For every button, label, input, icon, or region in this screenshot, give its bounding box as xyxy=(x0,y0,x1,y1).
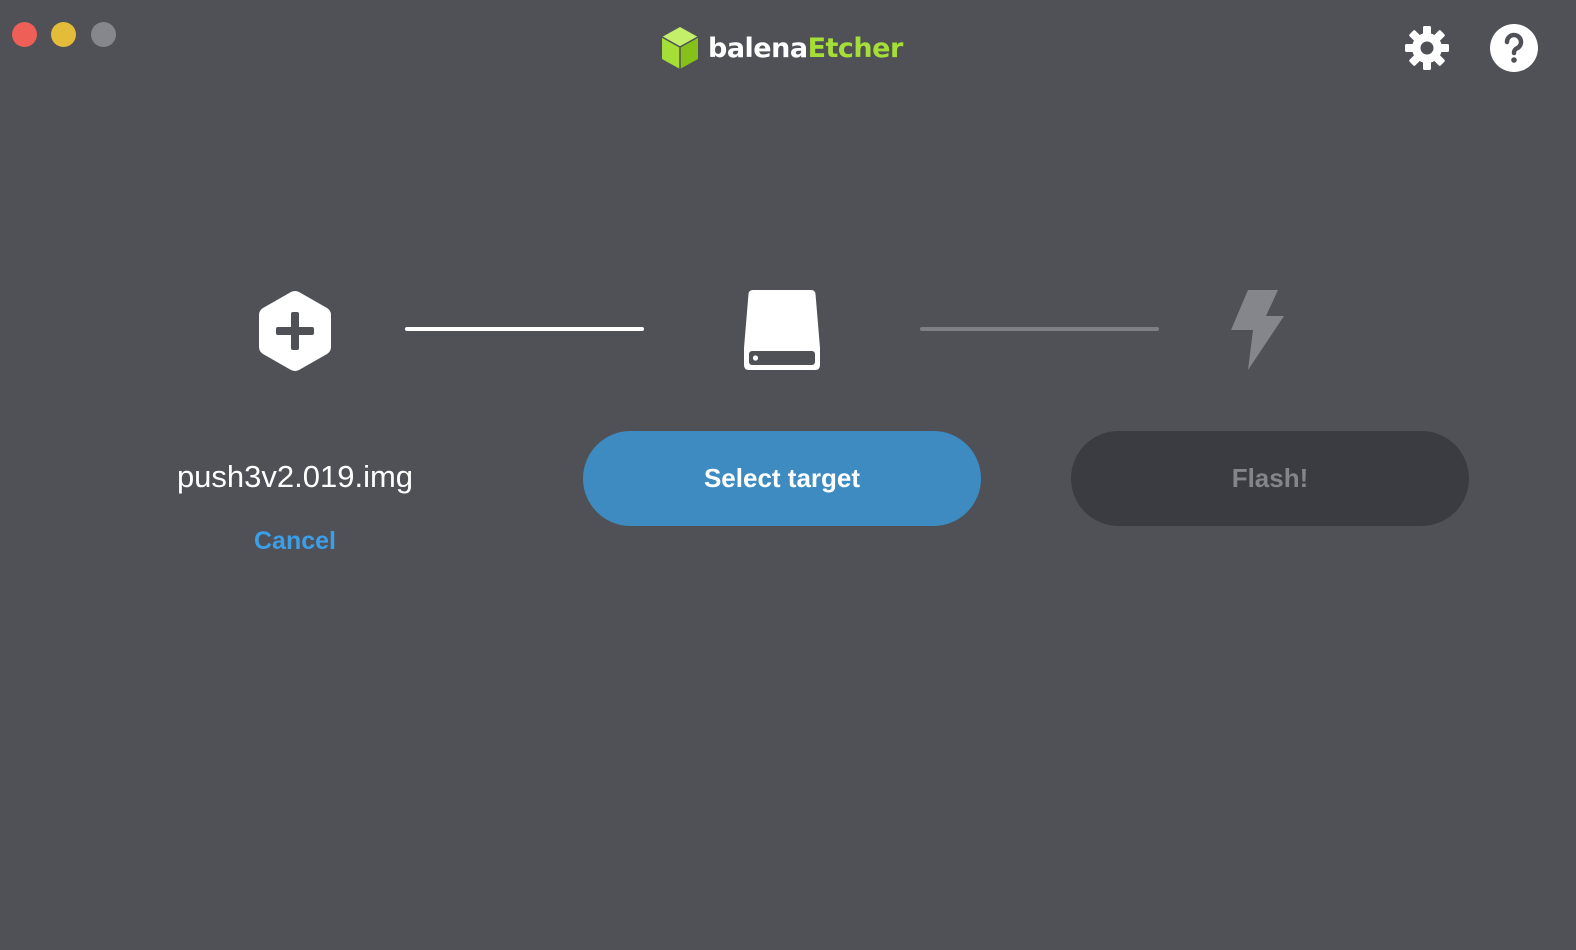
app-title-part2: Etcher xyxy=(807,32,904,64)
app-title: balenaEtcher xyxy=(708,33,903,64)
flash-button[interactable]: Flash! xyxy=(1071,431,1469,526)
app-title-part1: balena xyxy=(708,32,808,64)
window-maximize-button[interactable] xyxy=(91,22,116,47)
hexagon-plus-icon[interactable] xyxy=(256,290,334,372)
step-connector-inactive xyxy=(920,327,1159,331)
help-icon[interactable] xyxy=(1490,24,1538,72)
lightning-icon xyxy=(1231,290,1284,370)
gear-icon[interactable] xyxy=(1403,24,1451,72)
drive-icon[interactable] xyxy=(743,290,821,372)
cancel-link[interactable]: Cancel xyxy=(220,527,370,556)
select-target-button[interactable]: Select target xyxy=(583,431,981,526)
app-logo: balenaEtcher xyxy=(660,25,903,71)
step-connector-active xyxy=(405,327,644,331)
cube-icon xyxy=(661,27,699,69)
window-minimize-button[interactable] xyxy=(51,22,76,47)
window-close-button[interactable] xyxy=(12,22,37,47)
selected-file-name: push3v2.019.img xyxy=(176,459,414,494)
